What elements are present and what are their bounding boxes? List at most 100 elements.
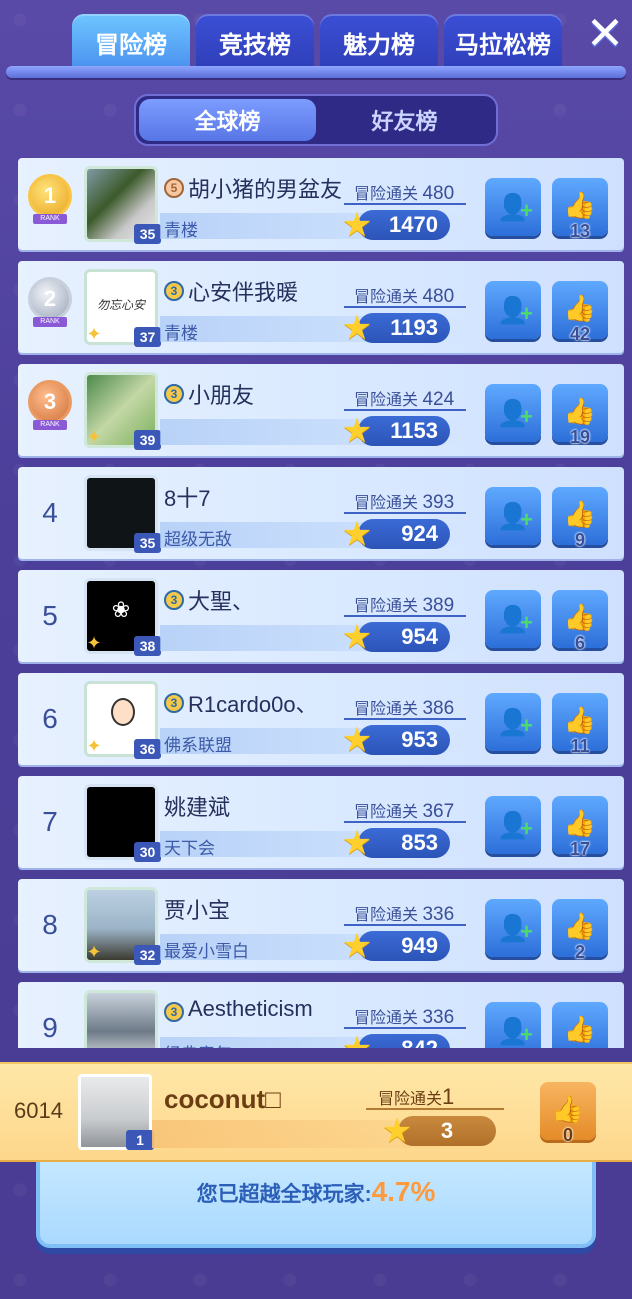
add-friend-button[interactable]: 👤 +: [485, 281, 541, 339]
level-badge: 35: [134, 224, 161, 244]
wings-icon: ✦: [86, 633, 102, 653]
like-button[interactable]: 👍 19: [552, 384, 608, 447]
add-friend-button[interactable]: 👤 +: [485, 384, 541, 442]
wings-icon: ✦: [86, 324, 102, 344]
avatar[interactable]: [84, 990, 158, 1048]
scope-toggle: 全球榜 好友榜: [134, 94, 498, 146]
level-badge: 36: [134, 739, 161, 759]
group-name: 青楼: [164, 221, 198, 240]
close-icon[interactable]: ✕: [582, 10, 628, 56]
add-friend-button[interactable]: 👤 +: [485, 178, 541, 236]
summary-text: 您已超越全球玩家:4.7%: [196, 1176, 436, 1207]
stage-divider: [344, 409, 466, 411]
rank-number: 5: [42, 600, 58, 631]
thumbs-up-icon: 👍: [551, 1093, 585, 1124]
rank-number: 7: [42, 806, 58, 837]
leaderboard-tabs: 冒险榜 竞技榜 魅力榜 马拉松榜: [72, 14, 562, 70]
stage-divider: [344, 306, 466, 308]
my-rank-number: 6014: [14, 1098, 63, 1123]
stage-divider: [344, 512, 466, 514]
tab-arena[interactable]: 竞技榜: [196, 14, 314, 70]
like-count: 9: [574, 530, 585, 550]
tab-charm[interactable]: 魅力榜: [320, 14, 438, 70]
my-like-button[interactable]: 👍 0: [540, 1082, 596, 1145]
ranking-row: 6 ✦ 36 3 R1cardo0o、 佛系联盟 冒险通关 386 953 ★ …: [18, 673, 624, 765]
stage-divider: [344, 615, 466, 617]
vip-badge-icon: 3: [164, 693, 184, 713]
summary-panel: 您已超越全球玩家:4.7%: [36, 1150, 596, 1248]
like-button[interactable]: 👍 42: [552, 281, 608, 344]
like-button[interactable]: 👍 11: [552, 693, 608, 756]
ranking-row: 2 RANK 勿忘心安 ✦ 37 3 心安伴我暖 青楼 冒险通关 480 119…: [18, 261, 624, 353]
my-player-name: coconut□: [164, 1084, 281, 1114]
star-icon: ★: [341, 206, 373, 244]
stage-label: 冒险通关 336: [354, 1007, 455, 1028]
vip-badge-icon: 5: [164, 178, 184, 198]
group-name: 佛系联盟: [164, 736, 232, 755]
like-button[interactable]: 👍 9: [552, 487, 608, 550]
tab-friends[interactable]: 好友榜: [316, 99, 493, 141]
player-name: 8十7: [164, 486, 211, 511]
gold-medal-icon: 1 RANK: [26, 174, 74, 232]
stage-label: 冒险通关 367: [354, 801, 455, 822]
star-icon: ★: [341, 309, 373, 347]
player-name: R1cardo0o、: [188, 692, 318, 717]
stage-label: 冒险通关 389: [354, 595, 455, 616]
thumbs-up-icon: 👍: [563, 705, 597, 735]
ranking-list[interactable]: 1 RANK 35 5 胡小猪的男盆友 青楼 冒险通关 480 1470 ★ 👤…: [18, 158, 624, 1048]
vip-badge-icon: 3: [164, 1002, 184, 1022]
star-icon: ★: [341, 721, 373, 759]
group-name: 经典竞年: [164, 1040, 232, 1048]
like-count: 17: [569, 839, 591, 859]
like-count: 2: [574, 942, 585, 962]
add-friend-button[interactable]: 👤 +: [485, 899, 541, 957]
stage-label: 冒险通关 393: [354, 492, 455, 513]
stage-divider: [344, 203, 466, 205]
tab-marathon[interactable]: 马拉松榜: [444, 14, 562, 70]
like-button[interactable]: 👍 17: [552, 796, 608, 859]
my-like-count: 0: [562, 1125, 573, 1145]
player-name: 小朋友: [188, 383, 255, 408]
player-name: 姚建斌: [164, 795, 231, 820]
star-icon: ★: [341, 927, 373, 965]
like-count: 13: [569, 221, 591, 241]
level-badge: 39: [134, 430, 161, 450]
ranking-row: 9 3 Aestheticism 经典竞年 冒险通关 336 842 ★ 👤+ …: [18, 982, 624, 1048]
tab-global[interactable]: 全球榜: [139, 99, 316, 141]
like-button[interactable]: 👍 6: [552, 590, 608, 653]
thumbs-up-icon: 👍: [563, 911, 597, 941]
ranking-row: 8 ✦ 32 贾小宝 最爱小雪白 冒险通关 336 949 ★ 👤 + 👍 2: [18, 879, 624, 971]
rank-number: 9: [42, 1012, 58, 1043]
level-badge: 32: [134, 945, 161, 965]
wings-icon: ✦: [86, 736, 102, 756]
star-icon: ★: [341, 515, 373, 553]
wings-icon: ✦: [86, 942, 102, 962]
like-button[interactable]: 👍 13: [552, 178, 608, 241]
like-button[interactable]: 👍 2: [552, 899, 608, 962]
bronze-medal-icon: 3 RANK: [26, 380, 74, 438]
stage-divider: [344, 718, 466, 720]
add-friend-button[interactable]: 👤 +: [485, 590, 541, 648]
add-friend-button[interactable]: 👤 +: [485, 693, 541, 751]
group-name: 天下会: [164, 839, 215, 858]
tab-adventure[interactable]: 冒险榜: [72, 14, 190, 70]
player-name: 大聖、: [188, 589, 255, 614]
thumbs-up-icon: 👍: [563, 396, 597, 426]
add-friend-button[interactable]: 👤 +: [485, 796, 541, 854]
stage-divider: [344, 821, 466, 823]
like-button[interactable]: 👍: [552, 1002, 608, 1048]
like-count: 19: [569, 427, 591, 447]
thumbs-up-icon: 👍: [563, 602, 597, 632]
add-friend-button[interactable]: 👤 +: [485, 1002, 541, 1048]
add-friend-button[interactable]: 👤 +: [485, 487, 541, 545]
thumbs-up-icon: 👍: [563, 499, 597, 529]
star-icon: ★: [341, 412, 373, 450]
wings-icon: ✦: [86, 427, 102, 447]
star-icon: ★: [341, 824, 373, 862]
like-count: 42: [569, 324, 591, 344]
my-level-badge: 1: [126, 1130, 154, 1150]
tab-underline: [6, 66, 626, 78]
ranking-row: 3 RANK ✦ 39 3 小朋友 冒险通关 424 1153 ★ 👤 + 👍 19: [18, 364, 624, 456]
like-count: 11: [570, 736, 590, 756]
my-stage-divider: [366, 1108, 504, 1110]
